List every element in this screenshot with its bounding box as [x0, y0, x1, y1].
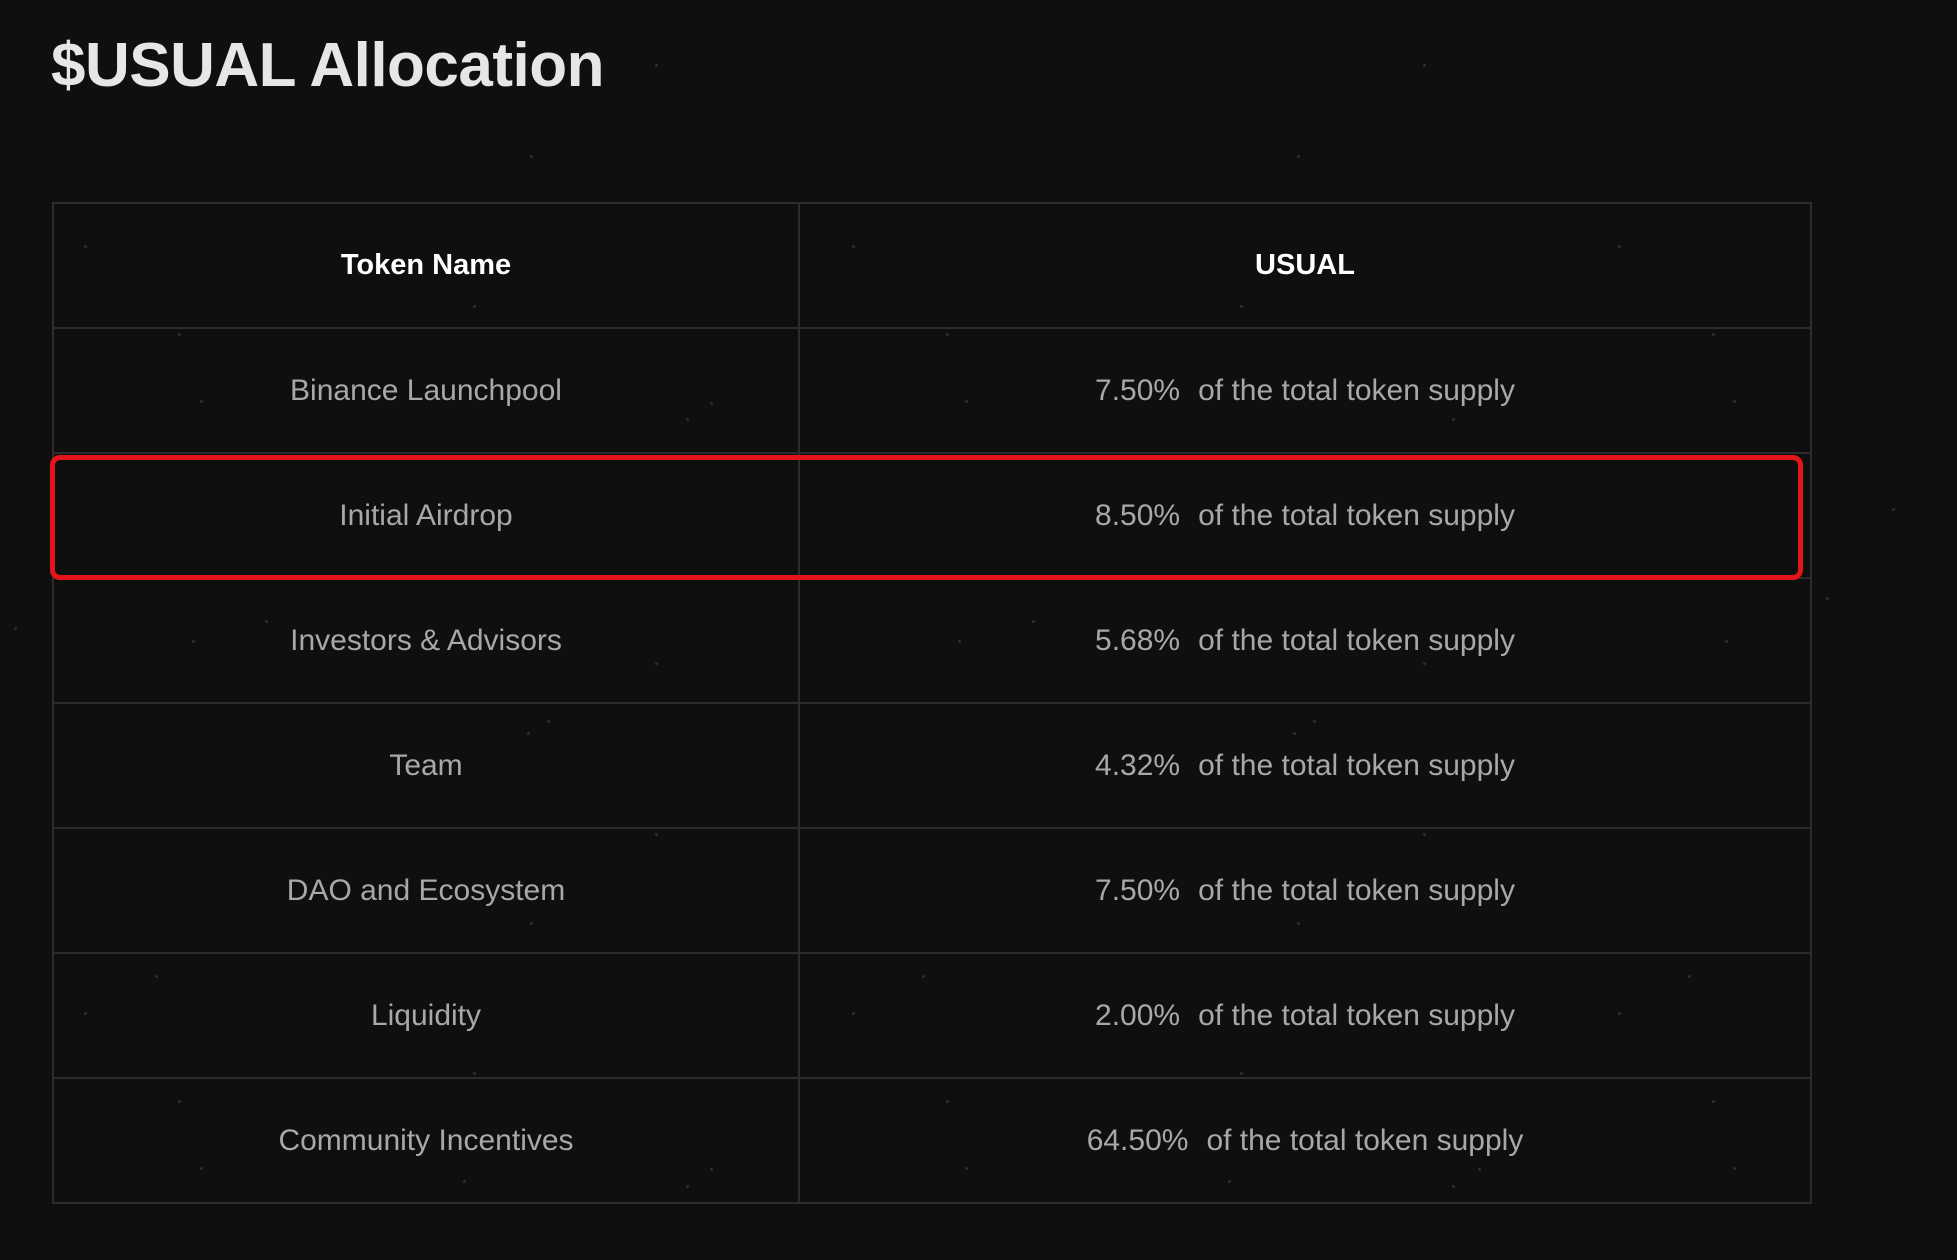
allocation-percent: 4.32% [1095, 748, 1181, 782]
column-header-usual: USUAL [798, 202, 1812, 329]
token-name-cell: DAO and Ecosystem [52, 827, 800, 954]
table-row: Investors & Advisors 5.68% of the total t… [52, 577, 1812, 704]
allocation-suffix: of the total token supply [1198, 873, 1515, 907]
allocation-cell: 4.32% of the total token supply [798, 702, 1812, 829]
allocation-cell: 8.50% of the total token supply [798, 452, 1812, 579]
allocation-percent: 2.00% [1095, 998, 1181, 1032]
table-row: Community Incentives 64.50% of the total … [52, 1077, 1812, 1204]
allocation-suffix: of the total token supply [1198, 998, 1515, 1032]
page-title: $USUAL Allocation [51, 31, 605, 100]
allocation-table: Token Name USUAL Binance Launchpool 7.50… [52, 202, 1812, 1204]
column-header-token-name: Token Name [52, 202, 800, 329]
token-name-cell: Team [52, 702, 800, 829]
table-row: DAO and Ecosystem 7.50% of the total toke… [52, 827, 1812, 954]
allocation-suffix: of the total token supply [1206, 1123, 1524, 1157]
table-header-row: Token Name USUAL [52, 202, 1812, 329]
allocation-suffix: of the total token supply [1198, 373, 1515, 407]
table-row-highlighted: Initial Airdrop 8.50% of the total token … [52, 452, 1812, 579]
allocation-percent: 7.50% [1095, 873, 1181, 907]
token-name-cell: Community Incentives [52, 1077, 800, 1204]
allocation-cell: 2.00% of the total token supply [798, 952, 1812, 1079]
allocation-cell: 64.50% of the total token supply [798, 1077, 1812, 1204]
table-row: Binance Launchpool 7.50% of the total tok… [52, 327, 1812, 454]
token-name-cell: Binance Launchpool [52, 327, 800, 454]
token-name-cell: Initial Airdrop [52, 452, 800, 579]
allocation-percent: 5.68% [1095, 623, 1181, 657]
allocation-percent: 7.50% [1095, 373, 1181, 407]
token-name-cell: Investors & Advisors [52, 577, 800, 704]
token-name-cell: Liquidity [52, 952, 800, 1079]
allocation-cell: 5.68% of the total token supply [798, 577, 1812, 704]
allocation-cell: 7.50% of the total token supply [798, 827, 1812, 954]
allocation-percent: 8.50% [1095, 498, 1181, 532]
allocation-cell: 7.50% of the total token supply [798, 327, 1812, 454]
table-row: Team 4.32% of the total token supply [52, 702, 1812, 829]
allocation-suffix: of the total token supply [1198, 748, 1515, 782]
allocation-suffix: of the total token supply [1198, 623, 1515, 657]
allocation-suffix: of the total token supply [1198, 498, 1515, 532]
table-row: Liquidity 2.00% of the total token supply [52, 952, 1812, 1079]
allocation-percent: 64.50% [1086, 1123, 1189, 1157]
